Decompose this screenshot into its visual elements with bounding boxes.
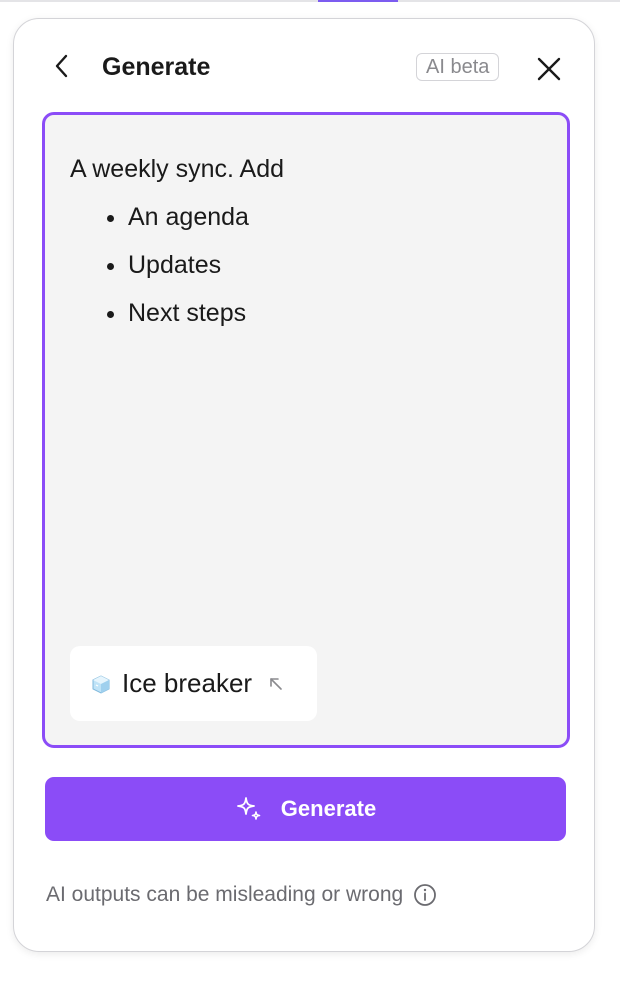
close-icon: [537, 57, 561, 81]
sparkle-icon: [236, 797, 261, 820]
back-button[interactable]: [47, 51, 77, 81]
chevron-left-icon: [55, 54, 68, 78]
ice-cube-icon: [92, 674, 110, 694]
prompt-intro: A weekly sync. Add: [70, 155, 285, 183]
close-button[interactable]: [532, 52, 566, 86]
prompt-bullet: Updates: [128, 241, 540, 289]
ice-breaker-suggestion-chip[interactable]: Ice breaker: [70, 646, 317, 721]
active-tab-indicator: [318, 0, 398, 2]
disclaimer-text: AI outputs can be misleading or wrong: [46, 883, 404, 906]
prompt-bullet: An agenda: [128, 193, 540, 241]
arrow-up-left-icon: [270, 677, 282, 690]
prompt-input[interactable]: A weekly sync. Add An agenda Updates Nex…: [42, 112, 570, 748]
generate-button[interactable]: Generate: [45, 777, 566, 841]
ai-disclaimer: AI outputs can be misleading or wrong: [46, 883, 437, 907]
generate-panel: Generate AI beta A weekly sync. Add An a…: [13, 18, 595, 952]
generate-button-label: Generate: [280, 796, 377, 821]
top-divider: [0, 0, 620, 2]
panel-header: Generate AI beta: [14, 19, 594, 115]
panel-title: Generate: [102, 53, 211, 81]
info-icon[interactable]: [413, 883, 437, 907]
prompt-bullet: Next steps: [128, 289, 540, 337]
ai-beta-badge: AI beta: [416, 53, 500, 81]
prompt-text[interactable]: A weekly sync. Add An agenda Updates Nex…: [70, 145, 540, 337]
prompt-bullet-list: An agenda Updates Next steps: [70, 193, 540, 337]
chip-label: Ice breaker: [122, 668, 253, 698]
